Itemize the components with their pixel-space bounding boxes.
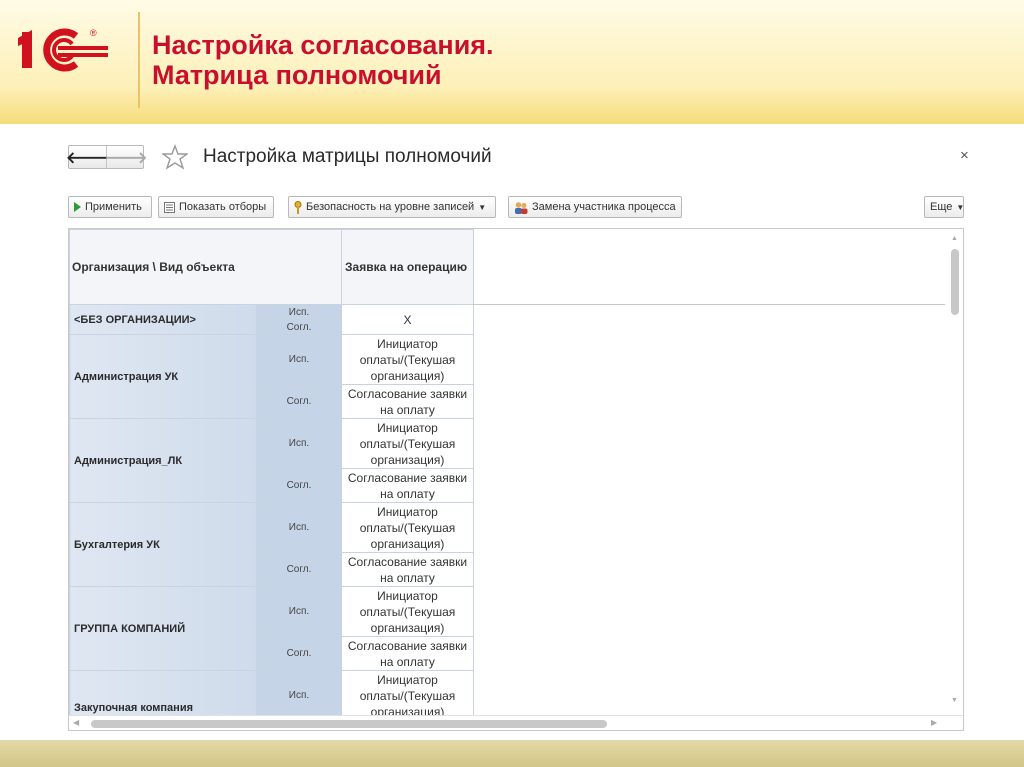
slide-title-line-2: Матрица полномочий: [152, 60, 442, 90]
horizontal-scrollbar-thumb[interactable]: [91, 720, 607, 728]
role-cell[interactable]: Исп.: [256, 586, 342, 637]
role-cell[interactable]: Исп.: [256, 670, 342, 721]
table-row: <БЕЗ ОРГАНИЗАЦИИ> Исп. X: [69, 304, 474, 335]
scroll-up-icon[interactable]: ▲: [951, 235, 958, 242]
organization-cell[interactable]: Закупочная компания: [69, 670, 257, 721]
header-divider: [138, 12, 140, 108]
show-filters-button-label: Показать отборы: [179, 201, 267, 213]
role-cell[interactable]: Согл.: [256, 636, 342, 671]
show-filters-button[interactable]: Показать отборы: [158, 196, 274, 218]
role-cell[interactable]: Согл.: [256, 552, 342, 587]
table-row: ГРУППА КОМПАНИЙ Исп. Инициатор оплаты/(Т…: [69, 586, 474, 671]
value-cell[interactable]: Инициатор оплаты/(Текушая организация): [341, 586, 474, 637]
authority-matrix-table: Организация \ Вид объекта Заявка на опер…: [68, 228, 964, 731]
matrix-grid: Организация \ Вид объекта Заявка на опер…: [69, 229, 474, 721]
replace-participant-button-label: Замена участника процесса: [532, 201, 676, 213]
slide-title-line-1: Настройка согласования.: [152, 30, 494, 60]
scroll-down-icon[interactable]: ▼: [951, 697, 958, 704]
table-row: Бухгалтерия УК Исп. Инициатор оплаты/(Те…: [69, 502, 474, 587]
filter-list-icon: [164, 201, 175, 213]
more-button-label: Еще: [930, 201, 953, 213]
slide-header: ® Настройка согласования. Матрица полном…: [0, 0, 1024, 124]
table-row: Закупочная компания Исп. Инициатор оплат…: [69, 670, 474, 721]
header-divider-line: [473, 304, 945, 305]
value-cell[interactable]: Инициатор оплаты/(Текушая организация): [341, 334, 474, 385]
role-cell[interactable]: Согл.: [256, 319, 342, 335]
organization-cell[interactable]: <БЕЗ ОРГАНИЗАЦИИ>: [69, 304, 257, 335]
value-cell[interactable]: X: [341, 304, 474, 335]
apply-button[interactable]: Применить: [68, 196, 152, 218]
value-cell[interactable]: Согласование заявки на оплату: [341, 384, 474, 419]
role-cell[interactable]: Исп.: [256, 502, 342, 553]
close-icon[interactable]: ×: [960, 147, 969, 164]
value-cell[interactable]: Согласование заявки на оплату: [341, 552, 474, 587]
column-header-organization[interactable]: Организация \ Вид объекта: [69, 229, 342, 305]
more-button[interactable]: Еще ▼: [924, 196, 964, 218]
value-cell[interactable]: Согласование заявки на оплату: [341, 636, 474, 671]
replace-participant-button[interactable]: Замена участника процесса: [508, 196, 682, 218]
table-row: Администрация УК Исп. Инициатор оплаты/(…: [69, 334, 474, 419]
authority-matrix-window: 🡐 🡒 Настройка матрицы полномочий × Приме…: [60, 128, 980, 736]
key-icon: [294, 200, 302, 214]
record-security-button-label: Безопасность на уровне записей: [306, 201, 475, 213]
forward-button[interactable]: 🡒: [104, 146, 148, 168]
slide-footer: [0, 740, 1024, 767]
table-header-row: Организация \ Вид объекта Заявка на опер…: [69, 229, 474, 305]
role-cell[interactable]: Согл.: [256, 468, 342, 503]
horizontal-scrollbar[interactable]: ◀ ▶: [69, 715, 963, 730]
window-title: Настройка матрицы полномочий: [203, 146, 492, 167]
users-icon: [515, 201, 528, 214]
1c-logo-icon: ®: [18, 28, 108, 72]
table-row: Администрация_ЛК Исп. Инициатор оплаты/(…: [69, 418, 474, 503]
role-cell[interactable]: Исп.: [256, 304, 342, 320]
organization-cell[interactable]: Бухгалтерия УК: [69, 502, 257, 587]
record-security-button[interactable]: Безопасность на уровне записей ▼: [288, 196, 496, 218]
arrow-left-icon: 🡐: [66, 149, 109, 167]
role-cell[interactable]: Согл.: [256, 384, 342, 419]
star-icon[interactable]: [162, 144, 188, 170]
value-cell[interactable]: Согласование заявки на оплату: [341, 468, 474, 503]
play-icon: [74, 202, 81, 212]
chevron-down-icon: ▼: [478, 202, 487, 212]
back-button[interactable]: 🡐: [66, 146, 109, 168]
value-cell[interactable]: Инициатор оплаты/(Текушая организация): [341, 502, 474, 553]
apply-button-label: Применить: [85, 201, 142, 213]
scroll-left-icon[interactable]: ◀: [73, 718, 79, 727]
registered-mark: ®: [90, 28, 97, 38]
role-cell[interactable]: Исп.: [256, 418, 342, 469]
organization-cell[interactable]: Администрация_ЛК: [69, 418, 257, 503]
organization-cell[interactable]: ГРУППА КОМПАНИЙ: [69, 586, 257, 671]
arrow-right-icon: 🡒: [104, 149, 148, 167]
scroll-right-icon[interactable]: ▶: [931, 718, 937, 727]
organization-cell[interactable]: Администрация УК: [69, 334, 257, 419]
vertical-scrollbar-thumb[interactable]: [951, 249, 959, 315]
slide-title: Настройка согласования. Матрица полномоч…: [152, 30, 494, 90]
value-cell[interactable]: Инициатор оплаты/(Текушая организация): [341, 670, 474, 721]
chevron-down-icon: ▼: [956, 202, 965, 212]
value-cell[interactable]: Инициатор оплаты/(Текушая организация): [341, 418, 474, 469]
navigation-buttons: 🡐 🡒: [66, 145, 148, 169]
role-cell[interactable]: Исп.: [256, 334, 342, 385]
column-header-operation-request[interactable]: Заявка на операцию: [341, 229, 474, 305]
